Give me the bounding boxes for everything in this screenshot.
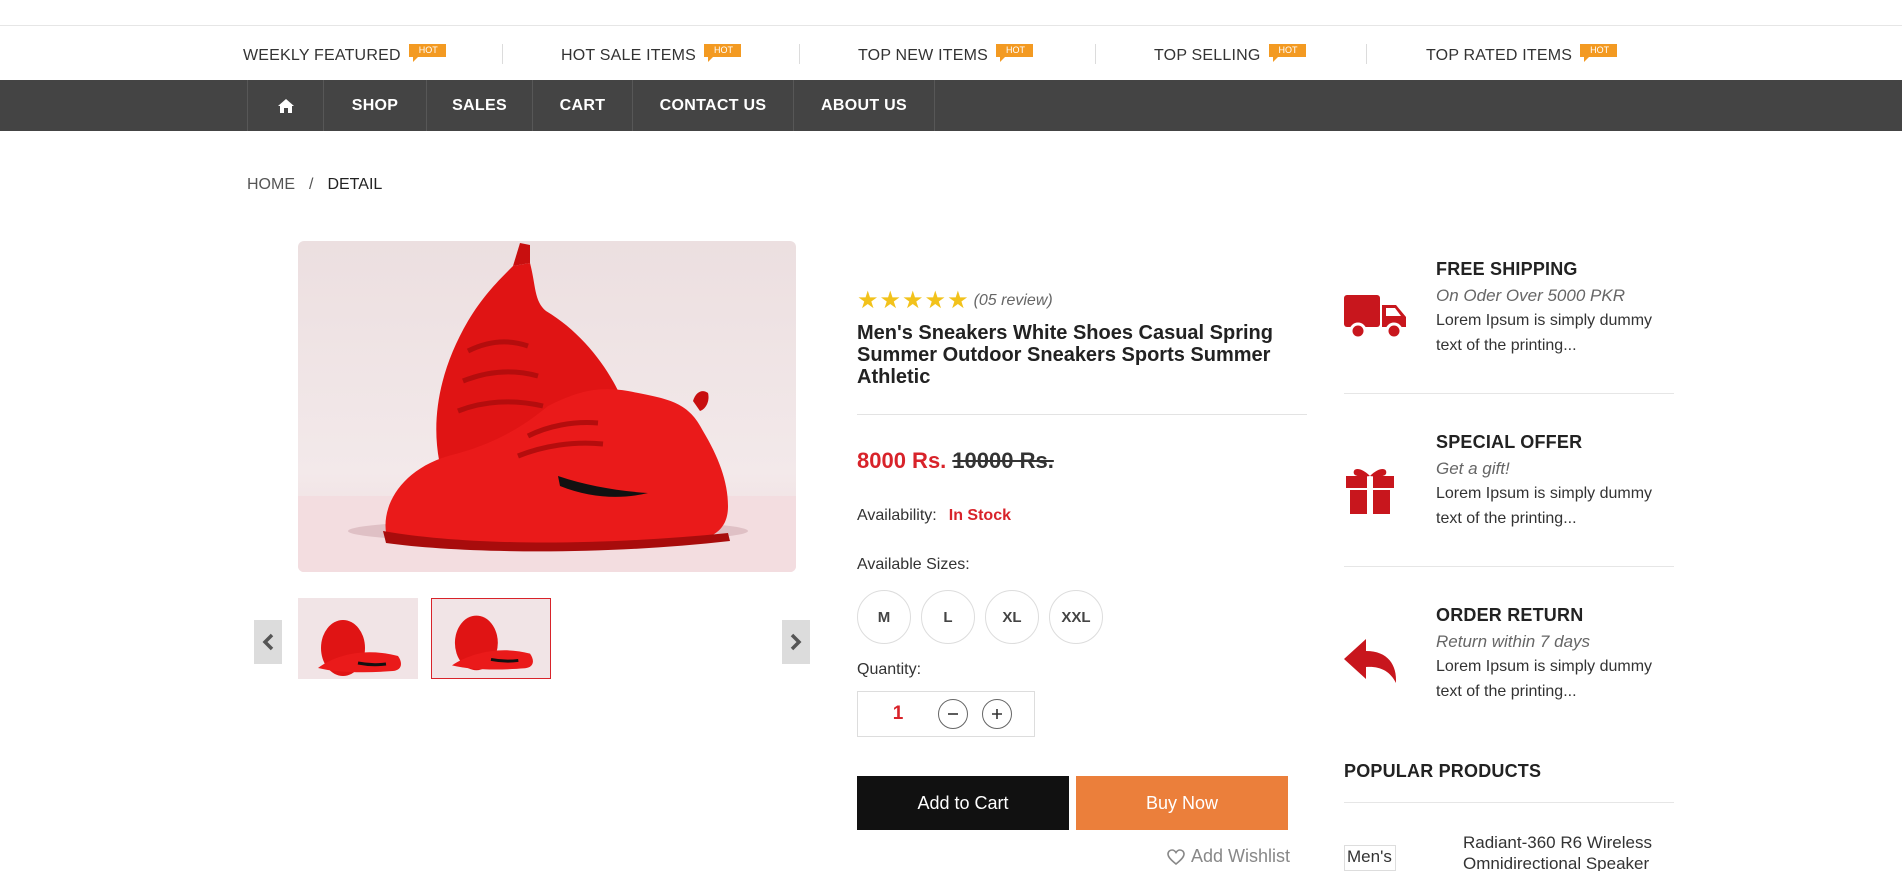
popular-product-thumbnail[interactable]: Men's (1344, 845, 1396, 871)
breadcrumb-separator: / (309, 176, 314, 193)
star-icon: ★ (857, 287, 879, 314)
feature-text: ORDER RETURN Return within 7 days Lorem … (1436, 605, 1676, 704)
quantity-decrease-button[interactable] (938, 699, 968, 729)
review-count[interactable]: (05 review) (974, 292, 1053, 310)
feature-description: Lorem Ipsum is simply dummy text of the … (1436, 312, 1653, 354)
nav-home[interactable] (247, 80, 324, 131)
red-sneakers-thumbnail (318, 620, 401, 676)
featured-label: WEEKLY FEATURED (243, 47, 401, 64)
size-option-xxl[interactable]: XXL (1049, 590, 1103, 644)
size-option-xl[interactable]: XL (985, 590, 1039, 644)
featured-link-top-new[interactable]: TOP NEW ITEMS HOT (858, 44, 1034, 66)
thumbnail-2[interactable] (431, 598, 551, 679)
featured-separator (799, 44, 800, 64)
return-icon (1344, 639, 1397, 683)
feature-order-return: ORDER RETURN Return within 7 days Lorem … (1344, 605, 1674, 715)
size-option-m[interactable]: M (857, 590, 911, 644)
featured-bar: WEEKLY FEATURED HOT HOT SALE ITEMS HOT T… (0, 26, 1902, 80)
star-icon: ★ (947, 287, 969, 314)
product-rating: ★ ★ ★ ★ ★ (05 review) (857, 289, 1053, 313)
add-to-cart-button[interactable]: Add to Cart (857, 776, 1069, 830)
breadcrumb-current: DETAIL (327, 176, 383, 193)
feature-subtitle: Get a gift! (1436, 459, 1510, 478)
feature-subtitle: On Oder Over 5000 PKR (1436, 286, 1625, 305)
product-price: 8000 Rs. 10000 Rs. (857, 448, 1054, 474)
price-original: 10000 Rs. (952, 448, 1054, 473)
featured-link-top-selling[interactable]: TOP SELLING HOT (1154, 44, 1306, 66)
feature-title: FREE SHIPPING (1436, 259, 1578, 279)
feature-subtitle: Return within 7 days (1436, 632, 1591, 651)
popular-products-title: POPULAR PRODUCTS (1344, 761, 1542, 781)
wishlist-label: Add Wishlist (1191, 846, 1291, 866)
quantity-increase-button[interactable] (982, 699, 1012, 729)
breadcrumb-home[interactable]: HOME (247, 176, 295, 194)
hot-badge: HOT (1268, 44, 1306, 62)
star-icon: ★ (902, 287, 924, 314)
heart-icon (1167, 848, 1185, 865)
nav-shop[interactable]: SHOP (324, 80, 427, 131)
availability: Availability: In Stock (857, 507, 1011, 525)
product-title: Men's Sneakers White Shoes Casual Spring… (857, 322, 1273, 388)
feature-title: ORDER RETURN (1436, 605, 1584, 625)
feature-free-shipping: FREE SHIPPING On Oder Over 5000 PKR Lore… (1344, 259, 1674, 369)
nav-contact-us[interactable]: CONTACT US (633, 80, 794, 131)
popular-product-name[interactable]: Radiant-360 R6 Wireless Omnidirectional … (1463, 832, 1683, 871)
feature-text: FREE SHIPPING On Oder Over 5000 PKR Lore… (1436, 259, 1676, 358)
thumb-next-button[interactable] (782, 620, 810, 664)
quantity-input[interactable] (858, 703, 938, 725)
hot-badge: HOT (1580, 44, 1618, 62)
featured-label: TOP SELLING (1154, 47, 1261, 64)
featured-link-hot-sale[interactable]: HOT SALE ITEMS HOT (561, 44, 741, 66)
thumb-prev-button[interactable] (254, 620, 282, 664)
divider (857, 414, 1307, 415)
featured-label: HOT SALE ITEMS (561, 47, 696, 64)
divider (1344, 393, 1674, 394)
chevron-left-icon (262, 633, 274, 651)
featured-label: TOP NEW ITEMS (858, 47, 989, 64)
hot-badge: HOT (703, 44, 741, 62)
minus-icon (948, 713, 958, 715)
availability-value: In Stock (948, 507, 1011, 524)
buy-now-button[interactable]: Buy Now (1076, 776, 1288, 830)
nav-about-us[interactable]: ABOUT US (794, 80, 935, 131)
nav-cart[interactable]: CART (533, 80, 633, 131)
divider (1344, 566, 1674, 567)
add-wishlist-link[interactable]: Add Wishlist (1167, 846, 1290, 867)
chevron-right-icon (790, 633, 802, 651)
product-main-image[interactable] (298, 241, 796, 572)
star-icon: ★ (924, 287, 947, 314)
red-sneakers-thumbnail (451, 615, 533, 671)
featured-link-top-rated[interactable]: TOP RATED ITEMS HOT (1426, 44, 1618, 66)
feature-text: SPECIAL OFFER Get a gift! Lorem Ipsum is… (1436, 432, 1676, 531)
featured-separator (502, 44, 503, 64)
featured-separator (1366, 44, 1367, 64)
divider (1344, 802, 1674, 803)
quantity-label: Quantity: (857, 661, 922, 678)
size-options: M L XL XXL (857, 590, 1103, 644)
red-sneakers-image (298, 243, 796, 572)
feature-title: SPECIAL OFFER (1436, 432, 1583, 452)
thumbnail-1[interactable] (298, 598, 418, 679)
quantity-stepper (857, 691, 1035, 737)
hot-badge: HOT (996, 44, 1034, 62)
featured-separator (1095, 44, 1096, 64)
feature-description: Lorem Ipsum is simply dummy text of the … (1436, 658, 1653, 700)
gift-icon (1346, 469, 1394, 514)
nav-sales[interactable]: SALES (427, 80, 533, 131)
featured-link-weekly[interactable]: WEEKLY FEATURED HOT (243, 44, 446, 66)
feature-description: Lorem Ipsum is simply dummy text of the … (1436, 485, 1653, 527)
truck-icon (1344, 295, 1406, 340)
price-current: 8000 Rs. (857, 448, 947, 473)
hot-badge: HOT (408, 44, 446, 62)
home-icon (277, 98, 294, 113)
feature-special-offer: SPECIAL OFFER Get a gift! Lorem Ipsum is… (1344, 432, 1674, 542)
featured-label: TOP RATED ITEMS (1426, 47, 1573, 64)
breadcrumb: HOME / DETAIL (247, 176, 382, 194)
main-nav: SHOP SALES CART CONTACT US ABOUT US (0, 80, 1902, 131)
sizes-label: Available Sizes: (857, 556, 970, 573)
availability-label: Availability: (857, 507, 937, 524)
plus-icon (992, 709, 1002, 719)
size-option-l[interactable]: L (921, 590, 975, 644)
star-icon: ★ (879, 287, 902, 314)
